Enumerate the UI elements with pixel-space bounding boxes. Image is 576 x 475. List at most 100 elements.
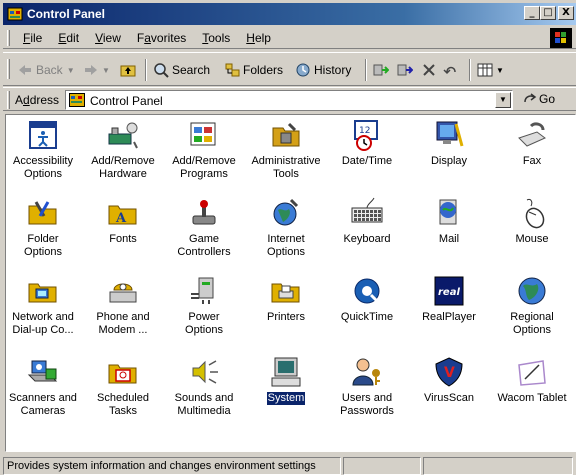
control-panel-item-phone-modem[interactable]: Phone and Modem ... <box>86 274 160 337</box>
control-panel-item-mouse[interactable]: Mouse <box>495 196 569 246</box>
move-to-button[interactable] <box>373 60 392 80</box>
item-label: Mouse <box>515 233 549 245</box>
menu-item[interactable]: Tools <box>194 31 238 45</box>
history-icon <box>296 63 310 77</box>
item-label: Power Options <box>185 311 223 336</box>
control-panel-item-scanners[interactable]: Scanners and Cameras <box>6 355 80 418</box>
add-remove-programs-icon <box>187 118 221 152</box>
undo-button[interactable] <box>443 60 462 80</box>
back-dropdown-icon[interactable]: ▼ <box>67 66 75 75</box>
item-label: VirusScan <box>424 392 474 404</box>
mouse-icon <box>515 196 549 230</box>
control-panel-item-add-remove-programs[interactable]: Add/Remove Programs <box>167 118 241 181</box>
wacom-icon <box>515 355 549 389</box>
item-label: Date/Time <box>341 155 393 167</box>
item-label: Scanners and Cameras <box>9 392 77 417</box>
fonts-icon: A <box>106 196 140 230</box>
sounds-icon <box>187 355 221 389</box>
control-panel-item-users[interactable]: Users and Passwords <box>330 355 404 418</box>
control-panel-item-display[interactable]: Display <box>412 118 486 168</box>
address-field[interactable]: Control Panel ▼ <box>65 90 513 110</box>
control-panel-item-quicktime[interactable]: QuickTime <box>330 274 404 324</box>
maximize-button[interactable]: □ <box>540 6 556 20</box>
regional-options-icon <box>515 274 549 308</box>
menu-item[interactable]: Edit <box>50 31 87 45</box>
menubar-grip[interactable] <box>7 30 10 46</box>
printers-icon <box>269 274 303 308</box>
control-panel-item-keyboard[interactable]: Keyboard <box>330 196 404 246</box>
item-label: RealPlayer <box>422 311 476 323</box>
icon-view[interactable]: Accessibility Options Add/Remove Hardware Ad… <box>5 114 576 452</box>
search-button[interactable]: Search <box>153 60 210 80</box>
menu-item[interactable]: Favorites <box>129 31 194 45</box>
quicktime-icon <box>350 274 384 308</box>
control-panel-item-date-time[interactable]: 12 Date/Time <box>330 118 404 168</box>
item-label: Wacom Tablet <box>497 392 567 404</box>
control-panel-item-virusscan[interactable]: V VirusScan <box>412 355 486 405</box>
address-dropdown-button[interactable]: ▼ <box>495 92 511 108</box>
control-panel-item-add-remove-hardware[interactable]: Add/Remove Hardware <box>86 118 160 181</box>
menu-item[interactable]: File <box>15 31 50 45</box>
item-label: Administrative Tools <box>251 155 321 180</box>
title-bar[interactable]: Control Panel _ □ X <box>3 3 576 25</box>
control-panel-item-regional-options[interactable]: Regional Options <box>495 274 569 337</box>
control-panel-item-power-options[interactable]: Power Options <box>167 274 241 337</box>
control-panel-item-accessibility[interactable]: Accessibility Options <box>6 118 80 181</box>
up-button[interactable] <box>120 60 139 80</box>
control-panel-item-fonts[interactable]: A Fonts <box>86 196 160 246</box>
item-label: Phone and Modem ... <box>96 311 150 336</box>
views-dropdown-icon[interactable]: ▼ <box>496 66 504 75</box>
toolbar-separator <box>469 59 471 81</box>
go-button[interactable]: Go <box>523 92 555 106</box>
item-label: Add/Remove Hardware <box>91 155 155 180</box>
control-panel-item-folder-options[interactable]: Folder Options <box>6 196 80 259</box>
folders-button[interactable]: Folders <box>224 60 283 80</box>
item-label: Display <box>430 155 468 167</box>
address-value: Control Panel <box>90 94 163 108</box>
toolbar-separator <box>145 59 147 81</box>
folders-icon <box>225 63 240 77</box>
address-label: Address <box>15 93 60 107</box>
fax-icon <box>515 118 549 152</box>
addressbar-grip[interactable] <box>7 91 10 109</box>
control-panel-item-network[interactable]: Network and Dial-up Co... <box>6 274 80 337</box>
close-button[interactable]: X <box>558 6 574 20</box>
copy-to-icon <box>397 64 413 76</box>
menu-item[interactable]: Help <box>238 31 279 45</box>
history-button[interactable]: History <box>295 60 351 80</box>
item-label: Keyboard <box>343 233 391 245</box>
history-label: History <box>314 63 352 77</box>
control-panel-item-printers[interactable]: Printers <box>249 274 323 324</box>
views-button[interactable]: ▼ <box>477 60 504 80</box>
windows-logo-icon <box>550 28 572 48</box>
toolbar-grip[interactable] <box>7 59 10 79</box>
control-panel-item-mail[interactable]: Mail <box>412 196 486 246</box>
control-panel-item-internet-options[interactable]: Internet Options <box>249 196 323 259</box>
delete-button[interactable] <box>421 60 440 80</box>
forward-dropdown-icon[interactable]: ▼ <box>102 66 110 75</box>
control-panel-item-game-controllers[interactable]: Game Controllers <box>167 196 241 259</box>
folder-options-icon <box>26 196 60 230</box>
control-panel-item-wacom[interactable]: Wacom Tablet <box>495 355 569 405</box>
control-panel-item-realplayer[interactable]: real RealPlayer <box>412 274 486 324</box>
minimize-button[interactable]: _ <box>524 6 540 20</box>
back-button[interactable]: Back ▼ <box>17 60 75 80</box>
item-label: QuickTime <box>340 311 394 323</box>
item-label: Scheduled Tasks <box>97 392 149 417</box>
item-label: Network and Dial-up Co... <box>12 311 74 336</box>
control-panel-item-scheduled-tasks[interactable]: Scheduled Tasks <box>86 355 160 418</box>
status-pane-3 <box>423 457 573 475</box>
undo-icon <box>443 66 456 75</box>
item-label: Folder Options <box>24 233 62 258</box>
control-panel-item-fax[interactable]: Fax <box>495 118 569 168</box>
control-panel-item-system[interactable]: System <box>249 355 323 406</box>
keyboard-icon <box>350 196 384 230</box>
control-panel-item-administrative-tools[interactable]: Administrative Tools <box>249 118 323 181</box>
forward-button[interactable]: ▼ <box>83 60 110 80</box>
control-panel-item-sounds[interactable]: Sounds and Multimedia <box>167 355 241 418</box>
menu-item[interactable]: View <box>87 31 129 45</box>
delete-icon <box>423 64 435 76</box>
address-bar: Address Control Panel ▼ Go <box>3 87 576 111</box>
search-label: Search <box>172 63 211 77</box>
copy-to-button[interactable] <box>397 60 416 80</box>
